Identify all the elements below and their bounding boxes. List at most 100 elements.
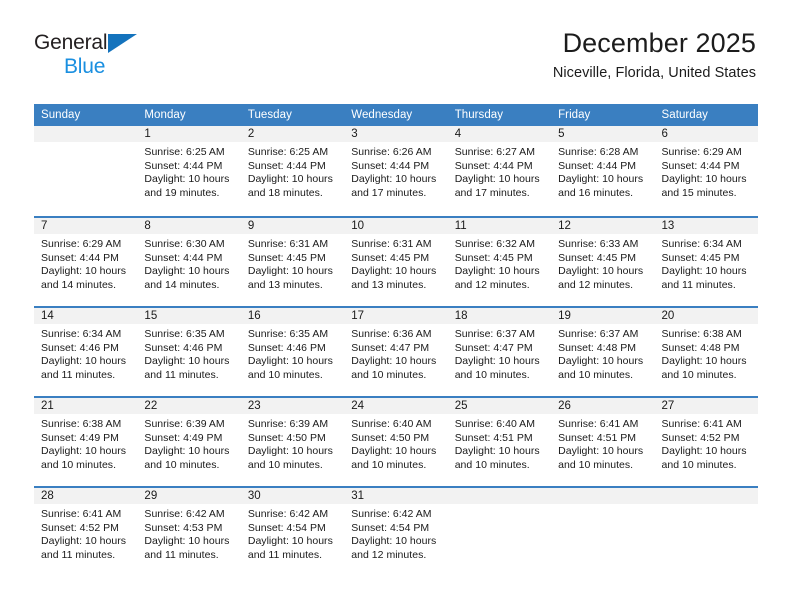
- day-cell-19: 19 Sunrise: 6:37 AM Sunset: 4:48 PM Dayligh…: [551, 306, 655, 396]
- day-details: Sunrise: 6:41 AM Sunset: 4:51 PM Daylight:…: [551, 414, 654, 472]
- calendar-day-cell[interactable]: 9 Sunrise: 6:31 AM Sunset: 4:45 PM Daylight…: [240, 216, 345, 306]
- calendar-day-cell[interactable]: 28 Sunrise: 6:41 AM Sunset: 4:52 PM Dayligh…: [34, 486, 138, 576]
- day-number: 22: [137, 398, 241, 414]
- day-details: Sunrise: 6:40 AM Sunset: 4:51 PM Daylight:…: [448, 414, 551, 472]
- day-number: 18: [447, 308, 552, 324]
- sunset-text: Sunset: 4:44 PM: [661, 159, 740, 172]
- daylight-text-line2: and 14 minutes.: [41, 278, 117, 291]
- daylight-text-line2: and 10 minutes.: [247, 368, 323, 381]
- calendar-body: 1 Sunrise: 6:25 AM Sunset: 4:44 PM Daylight…: [34, 126, 758, 576]
- calendar-day-cell[interactable]: 15 Sunrise: 6:35 AM Sunset: 4:46 PM Dayligh…: [137, 306, 241, 396]
- calendar-day-cell[interactable]: 5 Sunrise: 6:28 AM Sunset: 4:44 PM Daylight…: [551, 126, 655, 216]
- calendar-day-cell[interactable]: 25 Sunrise: 6:40 AM Sunset: 4:51 PM Dayligh…: [447, 396, 552, 486]
- sunset-text: Sunset: 4:54 PM: [351, 521, 430, 534]
- day-details: Sunrise: 6:40 AM Sunset: 4:50 PM Daylight:…: [344, 414, 447, 472]
- calendar-day-cell[interactable]: 4 Sunrise: 6:27 AM Sunset: 4:44 PM Daylight…: [447, 126, 552, 216]
- calendar-day-cell[interactable]: 30 Sunrise: 6:42 AM Sunset: 4:54 PM Dayligh…: [240, 486, 345, 576]
- calendar-day-cell[interactable]: 27 Sunrise: 6:41 AM Sunset: 4:52 PM Dayligh…: [654, 396, 758, 486]
- sunrise-text: Sunrise: 6:33 AM: [558, 238, 639, 250]
- calendar-day-cell[interactable]: 3 Sunrise: 6:26 AM Sunset: 4:44 PM Daylight…: [344, 126, 448, 216]
- daylight-text-line2: and 10 minutes.: [144, 458, 220, 471]
- day-number: 31: [344, 488, 448, 504]
- sunrise-text: Sunrise: 6:38 AM: [661, 328, 742, 340]
- day-details: Sunrise: 6:29 AM Sunset: 4:44 PM Daylight:…: [655, 142, 758, 200]
- sunset-text: Sunset: 4:50 PM: [351, 431, 430, 444]
- daylight-text-line1: Daylight: 10 hours: [661, 265, 747, 278]
- daylight-text-line2: and 10 minutes.: [247, 458, 323, 471]
- calendar-day-cell[interactable]: 10 Sunrise: 6:31 AM Sunset: 4:45 PM Dayligh…: [344, 216, 448, 306]
- day-cell-7: 7 Sunrise: 6:29 AM Sunset: 4:44 PM Daylight…: [34, 216, 138, 306]
- daylight-text-line2: and 10 minutes.: [558, 458, 634, 471]
- day-cell-16: 16 Sunrise: 6:35 AM Sunset: 4:46 PM Dayligh…: [240, 306, 345, 396]
- sunset-text: Sunset: 4:50 PM: [247, 431, 326, 444]
- calendar-day-cell[interactable]: 7 Sunrise: 6:29 AM Sunset: 4:44 PM Daylight…: [34, 216, 138, 306]
- day-cell-25: 25 Sunrise: 6:40 AM Sunset: 4:51 PM Dayligh…: [447, 396, 552, 486]
- daylight-text-line1: Daylight: 10 hours: [247, 173, 333, 186]
- calendar-day-cell[interactable]: 13 Sunrise: 6:34 AM Sunset: 4:45 PM Dayligh…: [654, 216, 758, 306]
- sunset-text: Sunset: 4:45 PM: [351, 251, 430, 264]
- daylight-text-line2: and 15 minutes.: [661, 186, 737, 199]
- daylight-text-line2: and 16 minutes.: [558, 186, 634, 199]
- calendar-day-cell[interactable]: 26 Sunrise: 6:41 AM Sunset: 4:51 PM Dayligh…: [551, 396, 655, 486]
- day-cell-12: 12 Sunrise: 6:33 AM Sunset: 4:45 PM Dayligh…: [551, 216, 655, 306]
- day-number: [551, 488, 655, 504]
- calendar-day-cell[interactable]: 14 Sunrise: 6:34 AM Sunset: 4:46 PM Dayligh…: [34, 306, 138, 396]
- daylight-text-line1: Daylight: 10 hours: [454, 265, 540, 278]
- calendar-day-cell[interactable]: 20 Sunrise: 6:38 AM Sunset: 4:48 PM Dayligh…: [654, 306, 758, 396]
- day-details: Sunrise: 6:27 AM Sunset: 4:44 PM Daylight:…: [448, 142, 551, 200]
- day-details: Sunrise: 6:36 AM Sunset: 4:47 PM Daylight:…: [344, 324, 447, 382]
- calendar-day-cell[interactable]: 31 Sunrise: 6:42 AM Sunset: 4:54 PM Dayligh…: [344, 486, 448, 576]
- calendar-week-row: 7 Sunrise: 6:29 AM Sunset: 4:44 PM Daylight…: [34, 216, 758, 306]
- day-number: 12: [551, 218, 655, 234]
- day-cell-10: 10 Sunrise: 6:31 AM Sunset: 4:45 PM Dayligh…: [344, 216, 448, 306]
- calendar-day-cell[interactable]: 12 Sunrise: 6:33 AM Sunset: 4:45 PM Dayligh…: [551, 216, 655, 306]
- calendar-day-cell[interactable]: 18 Sunrise: 6:37 AM Sunset: 4:47 PM Dayligh…: [447, 306, 552, 396]
- daylight-text-line1: Daylight: 10 hours: [144, 535, 230, 548]
- day-details: Sunrise: 6:38 AM Sunset: 4:48 PM Daylight:…: [655, 324, 758, 382]
- day-number: 4: [447, 126, 552, 142]
- daylight-text-line2: and 12 minutes.: [454, 278, 530, 291]
- calendar-day-cell[interactable]: 19 Sunrise: 6:37 AM Sunset: 4:48 PM Dayligh…: [551, 306, 655, 396]
- day-details: Sunrise: 6:32 AM Sunset: 4:45 PM Daylight:…: [448, 234, 551, 292]
- sunrise-text: Sunrise: 6:37 AM: [454, 328, 535, 340]
- day-cell-3: 3 Sunrise: 6:26 AM Sunset: 4:44 PM Daylight…: [344, 126, 448, 216]
- day-cell-28: 28 Sunrise: 6:41 AM Sunset: 4:52 PM Dayligh…: [34, 486, 138, 576]
- sunrise-text: Sunrise: 6:34 AM: [41, 328, 122, 340]
- calendar-table: Sunday Monday Tuesday Wednesday Thursday Frid…: [34, 104, 758, 576]
- day-number: 15: [137, 308, 241, 324]
- calendar-day-cell[interactable]: 6 Sunrise: 6:29 AM Sunset: 4:44 PM Daylight…: [654, 126, 758, 216]
- daylight-text-line1: Daylight: 10 hours: [247, 265, 333, 278]
- day-cell-30: 30 Sunrise: 6:42 AM Sunset: 4:54 PM Dayligh…: [240, 486, 345, 576]
- day-number: 21: [34, 398, 138, 414]
- sunset-text: Sunset: 4:46 PM: [41, 341, 119, 354]
- day-number: 13: [654, 218, 758, 234]
- day-number: 24: [344, 398, 448, 414]
- day-number: 6: [654, 126, 758, 142]
- calendar-day-cell[interactable]: 22 Sunrise: 6:39 AM Sunset: 4:49 PM Dayligh…: [137, 396, 241, 486]
- sunset-text: Sunset: 4:54 PM: [247, 521, 326, 534]
- daylight-text-line2: and 13 minutes.: [247, 278, 323, 291]
- calendar-day-cell[interactable]: 8 Sunrise: 6:30 AM Sunset: 4:44 PM Daylight…: [137, 216, 241, 306]
- daylight-text-line2: and 10 minutes.: [661, 458, 737, 471]
- calendar-day-cell: [34, 126, 138, 216]
- day-number: 8: [137, 218, 241, 234]
- calendar-day-cell[interactable]: 24 Sunrise: 6:40 AM Sunset: 4:50 PM Dayligh…: [344, 396, 448, 486]
- day-cell-21: 21 Sunrise: 6:38 AM Sunset: 4:49 PM Dayligh…: [34, 396, 138, 486]
- calendar-day-cell[interactable]: 17 Sunrise: 6:36 AM Sunset: 4:47 PM Dayligh…: [344, 306, 448, 396]
- day-details: Sunrise: 6:28 AM Sunset: 4:44 PM Daylight:…: [551, 142, 654, 200]
- calendar-day-cell[interactable]: 21 Sunrise: 6:38 AM Sunset: 4:49 PM Dayligh…: [34, 396, 138, 486]
- calendar-day-cell[interactable]: 2 Sunrise: 6:25 AM Sunset: 4:44 PM Daylight…: [240, 126, 345, 216]
- daylight-text-line1: Daylight: 10 hours: [247, 355, 333, 368]
- day-number: 23: [240, 398, 345, 414]
- sunset-text: Sunset: 4:44 PM: [351, 159, 430, 172]
- daylight-text-line2: and 11 minutes.: [144, 368, 219, 381]
- calendar-day-cell[interactable]: 23 Sunrise: 6:39 AM Sunset: 4:50 PM Dayligh…: [240, 396, 345, 486]
- calendar-day-cell[interactable]: 16 Sunrise: 6:35 AM Sunset: 4:46 PM Dayligh…: [240, 306, 345, 396]
- calendar-day-cell[interactable]: 11 Sunrise: 6:32 AM Sunset: 4:45 PM Dayligh…: [447, 216, 552, 306]
- daylight-text-line2: and 10 minutes.: [351, 458, 427, 471]
- calendar-header-row: Sunday Monday Tuesday Wednesday Thursday Frid…: [34, 104, 758, 126]
- page-subtitle-location: Niceville, Florida, United States: [552, 65, 756, 82]
- calendar-day-cell[interactable]: 1 Sunrise: 6:25 AM Sunset: 4:44 PM Daylight…: [137, 126, 241, 216]
- calendar-day-cell[interactable]: 29 Sunrise: 6:42 AM Sunset: 4:53 PM Dayligh…: [137, 486, 241, 576]
- sunrise-text: Sunrise: 6:31 AM: [351, 238, 432, 250]
